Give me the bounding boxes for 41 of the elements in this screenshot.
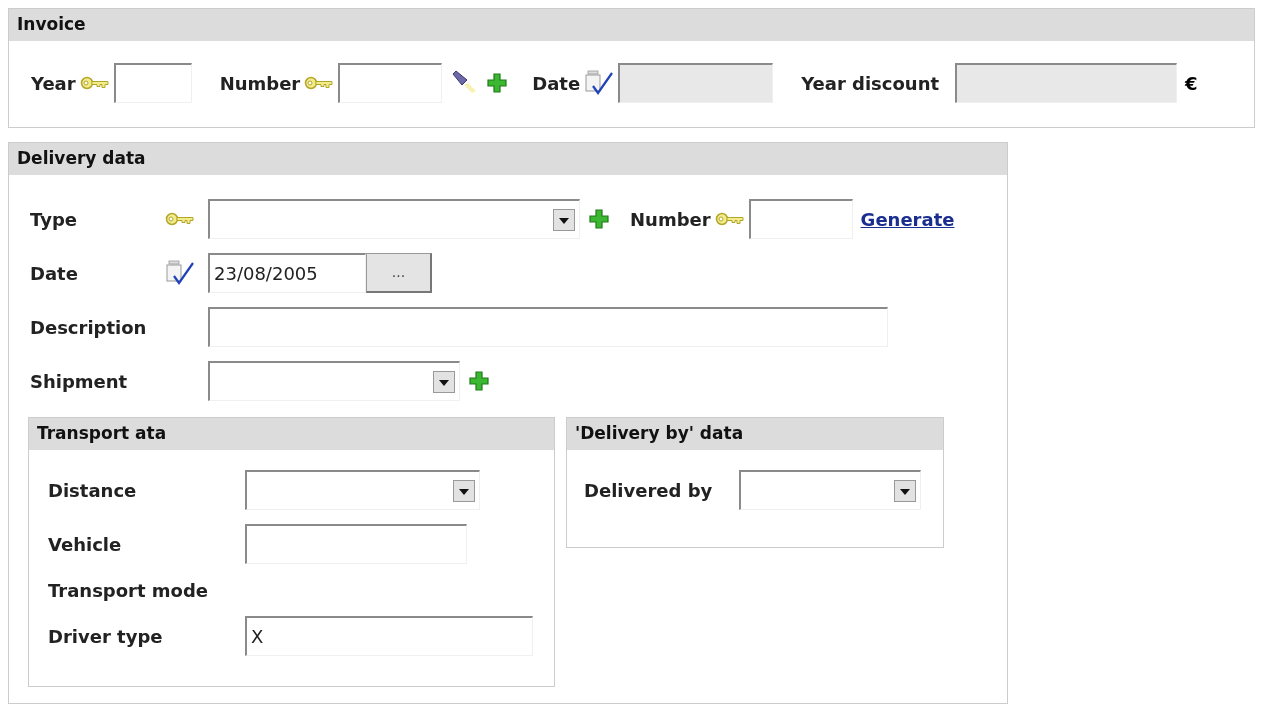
input-field[interactable] <box>245 524 467 564</box>
calendar-check-icon[interactable] <box>165 259 195 287</box>
input-field[interactable] <box>748 199 853 239</box>
add-icon[interactable] <box>468 370 490 392</box>
input-field[interactable] <box>113 63 192 103</box>
input-field[interactable]: 23/08/2005 <box>208 253 366 293</box>
input-field[interactable] <box>338 63 443 103</box>
field-label: Number <box>219 71 301 96</box>
panel-header: 'Delivery by' data <box>567 418 943 450</box>
dropdown-field[interactable] <box>739 470 921 510</box>
key-icon <box>79 76 110 90</box>
field-label: Type <box>30 207 78 232</box>
input-field[interactable] <box>208 307 888 347</box>
field-label: Number <box>630 207 711 232</box>
field-label: Shipment <box>30 369 129 394</box>
key-icon <box>304 76 335 90</box>
currency-symbol: € <box>1185 71 1198 96</box>
field-label: Year <box>31 71 76 96</box>
panel-header: Invoice <box>9 9 1254 41</box>
dropdown-field[interactable] <box>208 199 580 239</box>
field-label: Vehicle <box>48 532 123 557</box>
date-picker-button[interactable]: ... <box>366 253 432 293</box>
field-label: Distance <box>48 478 138 503</box>
field-label: Transport mode <box>48 578 210 603</box>
field-label: Delivered by <box>584 478 714 503</box>
field-label: Driver type <box>48 624 164 649</box>
panel-header: Delivery data <box>9 143 1007 175</box>
generate-link[interactable]: Generate <box>860 205 955 233</box>
field-label: Date <box>30 261 79 286</box>
add-icon[interactable] <box>486 72 509 94</box>
field-label: Description <box>30 315 148 340</box>
field-label: Date <box>532 71 581 96</box>
panel-header: Transport ata <box>29 418 554 450</box>
add-icon[interactable] <box>588 208 610 230</box>
dropdown-field[interactable] <box>208 361 460 401</box>
input-field[interactable]: X <box>245 616 533 656</box>
key-icon <box>165 212 195 226</box>
key-icon <box>714 212 745 226</box>
field-label: Year discount <box>801 71 940 96</box>
calendar-check-icon[interactable] <box>584 69 615 97</box>
dropdown-field[interactable] <box>245 470 480 510</box>
